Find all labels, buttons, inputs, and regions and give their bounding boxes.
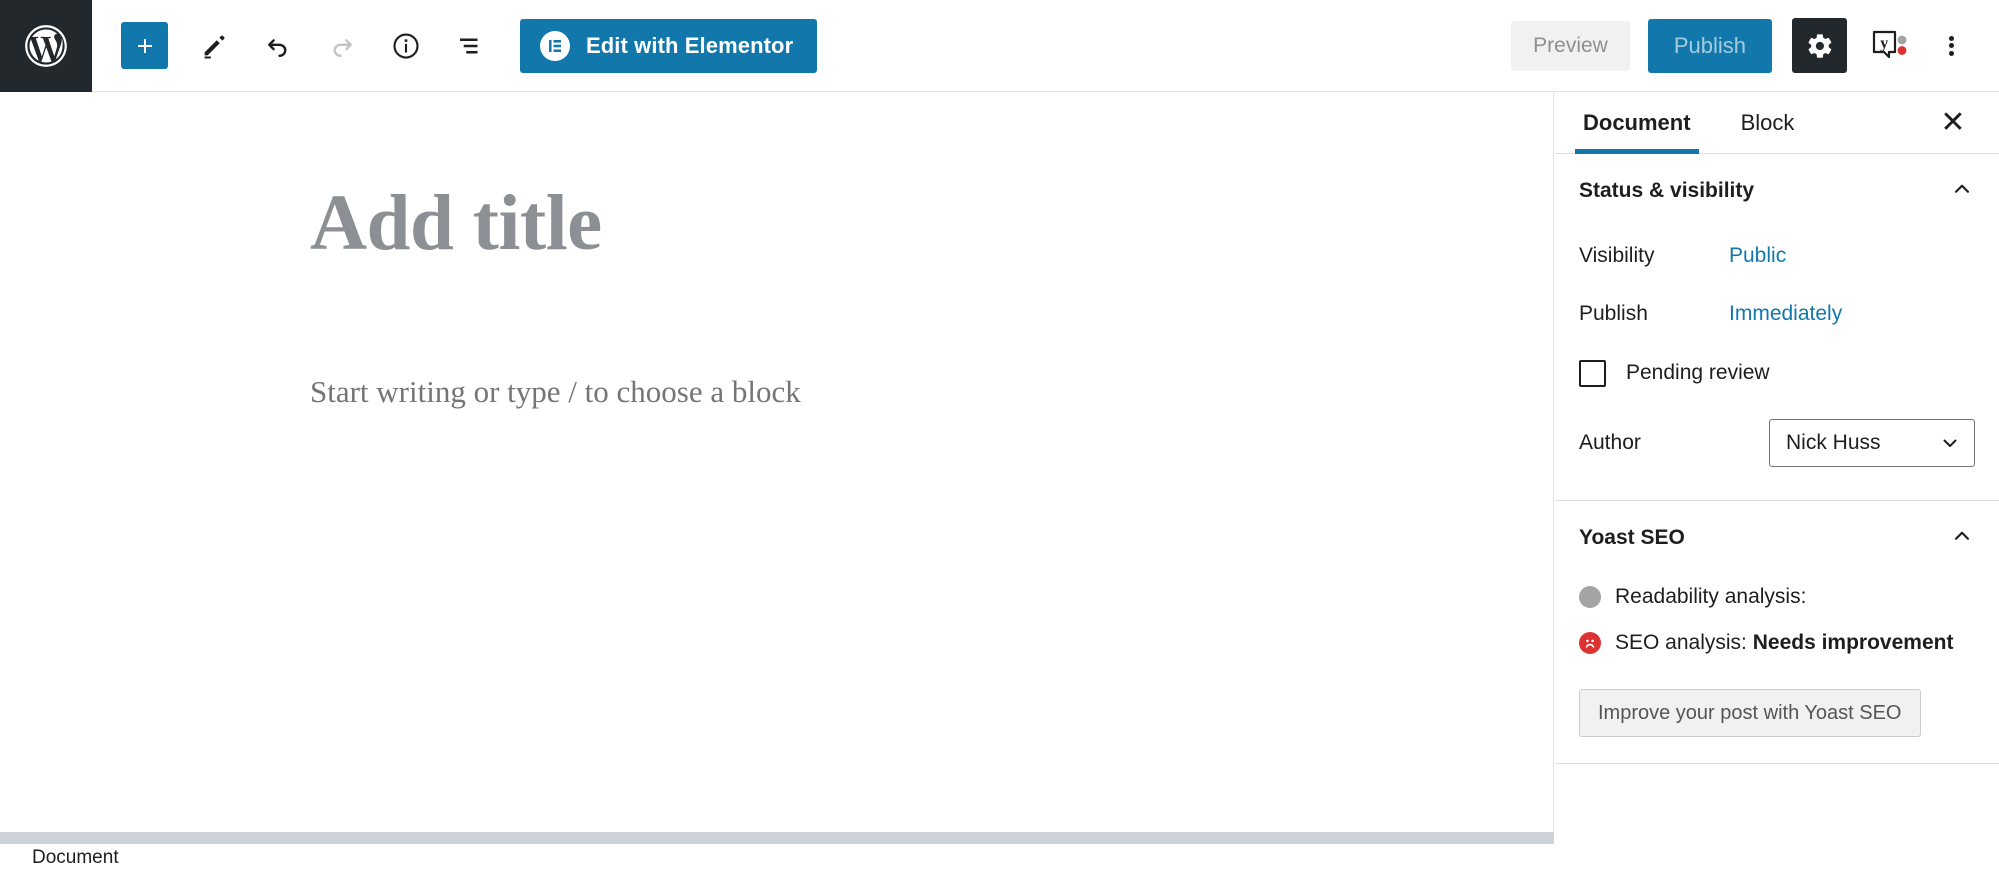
list-view-icon [460,38,478,53]
seo-analysis-label: SEO analysis: [1615,631,1747,654]
status-visibility-title: Status & visibility [1579,179,1755,202]
info-icon [393,32,419,59]
svg-text:y: y [1880,35,1888,52]
close-sidebar-button[interactable]: ✕ [1931,101,1975,145]
more-options-icon [1948,33,1954,58]
yoast-seo-title: Yoast SEO [1579,526,1685,549]
redo-icon [333,38,352,57]
author-select[interactable]: Nick Huss [1769,419,1975,467]
readability-analysis-row: Readability analysis: [1579,575,1975,619]
toolbar-right-group: Preview Publish y [1511,0,1999,92]
seo-analysis-text: SEO analysis: Needs improvement [1615,631,1953,655]
toolbar-left-group: Edit with Elementor [92,0,818,92]
elementor-glyph [549,39,561,52]
plus-icon [137,38,152,53]
author-row: Author Nick Huss [1579,412,1975,474]
post-title-input[interactable]: Add title [310,184,602,263]
redo-button[interactable] [314,18,370,74]
wordpress-block-editor: Edit with Elementor Preview Publish y Ad… [0,0,1999,871]
chevron-down-icon [1938,431,1962,455]
list-view-button[interactable] [442,18,498,74]
pending-review-row: Pending review [1579,344,1975,402]
undo-icon [268,38,287,57]
improve-post-with-yoast-button[interactable]: Improve your post with Yoast SEO [1579,689,1921,737]
author-selected-value: Nick Huss [1786,431,1881,454]
sad-face-icon [1585,639,1595,648]
seo-analysis-row: SEO analysis: Needs improvement [1579,621,1975,665]
yoast-seo-header[interactable]: Yoast SEO [1579,501,1975,575]
tab-document[interactable]: Document [1575,92,1699,154]
publish-date-value-button[interactable]: Immediately [1729,302,1842,326]
readability-status-icon [1579,586,1601,608]
undo-button[interactable] [250,18,306,74]
add-block-button[interactable] [121,22,168,69]
publish-date-row: Publish Immediately [1579,286,1975,342]
visibility-label: Visibility [1579,244,1655,267]
tab-block[interactable]: Block [1737,92,1799,154]
edit-mode-button[interactable] [186,18,242,74]
pen-icon [204,35,225,58]
post-content-paragraph[interactable]: Start writing or type / to choose a bloc… [310,372,801,412]
elementor-badge-icon [540,30,570,61]
gear-icon [1808,33,1831,58]
author-label: Author [1579,431,1641,454]
status-visibility-header[interactable]: Status & visibility [1579,154,1975,228]
pending-review-checkbox[interactable] [1579,359,1606,387]
pending-review-label[interactable]: Pending review [1626,361,1770,385]
edit-with-elementor-button[interactable]: Edit with Elementor [520,18,818,73]
editor-canvas[interactable]: Add title Start writing or type / to cho… [0,92,1554,832]
content-info-button[interactable] [378,18,434,74]
preview-button[interactable]: Preview [1511,20,1630,71]
publish-date-label: Publish [1579,302,1648,325]
breadcrumb-document[interactable]: Document [32,847,119,869]
settings-button[interactable] [1792,18,1847,73]
elementor-button-label: Edit with Elementor [586,32,794,58]
yoast-seo-button[interactable]: y [1861,18,1917,74]
seo-analysis-value: Needs improvement [1752,631,1954,654]
visibility-row: Visibility Public [1579,228,1975,284]
seo-status-icon [1579,632,1601,654]
settings-sidebar: Document Block ✕ Status & visibility Vis… [1555,92,1999,871]
breadcrumb-bar: Document [0,844,1554,871]
readability-analysis-label: Readability analysis: [1615,585,1807,608]
chevron-up-icon [1949,523,1975,554]
publish-button[interactable]: Publish [1647,18,1772,73]
visibility-value-button[interactable]: Public [1729,244,1786,268]
sidebar-tab-bar: Document Block ✕ [1555,92,1999,154]
wordpress-logo [25,24,67,67]
wordpress-logo-button[interactable] [0,0,92,92]
more-options-button[interactable] [1927,18,1975,74]
yoast-seo-icon: y [1872,30,1907,58]
horizontal-scrollbar[interactable] [0,832,1554,844]
editor-toolbar: Edit with Elementor Preview Publish y [0,0,1999,92]
chevron-up-icon [1949,176,1975,207]
yoast-seo-panel: Yoast SEO Readability analysis: SEO anal… [1555,501,1999,764]
status-visibility-panel: Status & visibility Visibility Public Pu… [1555,154,1999,501]
